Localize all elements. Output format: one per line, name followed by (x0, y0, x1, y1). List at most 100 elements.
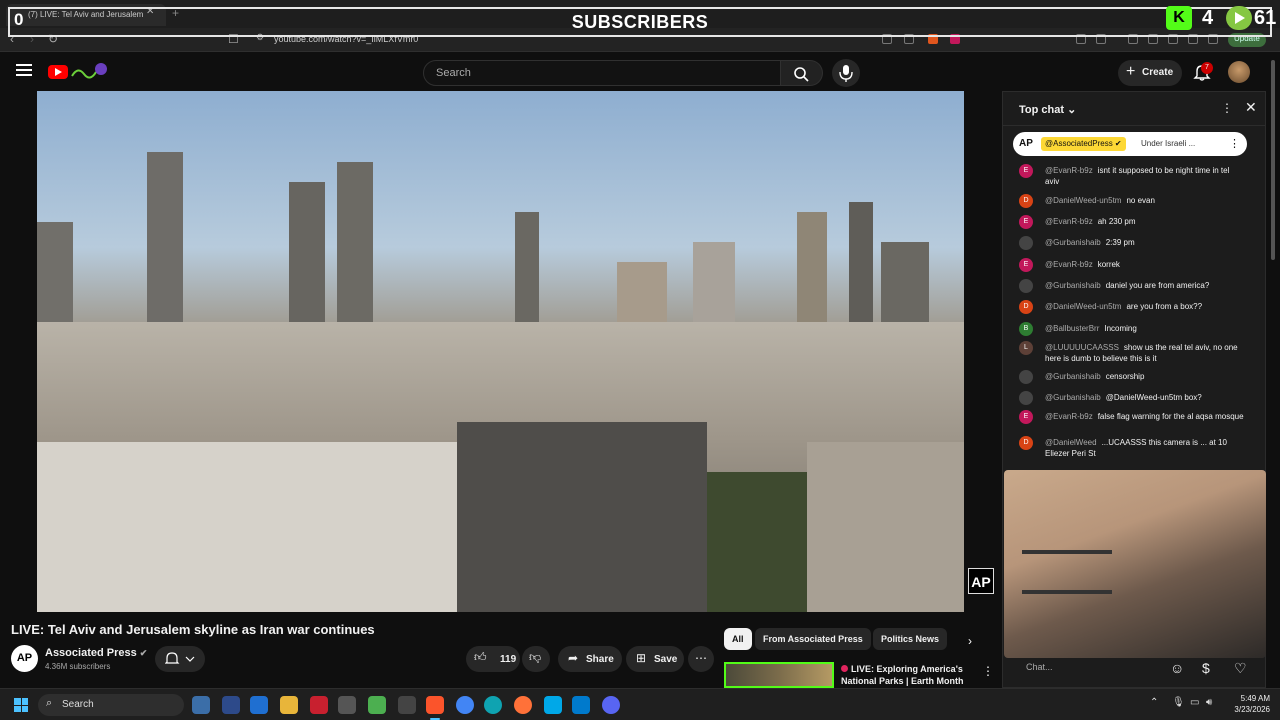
share-label: Share (586, 654, 614, 665)
pinned-message[interactable]: AP @AssociatedPress ✔ Under Israeli ... … (1013, 132, 1247, 156)
subscribed-notifications-button[interactable] (155, 646, 205, 672)
vscode-icon[interactable] (572, 696, 590, 714)
channel-name[interactable]: Associated Press ✔ (45, 647, 147, 659)
hamburger-menu-icon[interactable] (16, 64, 32, 76)
chat-author-avatar[interactable] (1019, 370, 1033, 384)
chat-author-name[interactable]: @LUUUUUCAASSS (1045, 343, 1119, 352)
video-frame-building (807, 442, 964, 612)
volume-icon[interactable]: 🔊︎ (1206, 697, 1212, 708)
chat-author-name[interactable]: @DanielWeed (1045, 438, 1097, 447)
chat-author-avatar[interactable]: E (1019, 164, 1033, 178)
youtube-logo-icon[interactable] (48, 65, 68, 79)
taskbar-app-icon[interactable] (398, 696, 416, 714)
file-explorer-icon[interactable] (280, 696, 298, 714)
chat-author-avatar[interactable]: D (1019, 300, 1033, 314)
overlay-title: SUBSCRIBERS (571, 12, 709, 32)
channel-avatar[interactable]: AP (11, 645, 38, 672)
super-chat-icon[interactable]: $ (1202, 660, 1210, 676)
like-button[interactable]: 👍︎ 119 (466, 646, 520, 672)
share-button[interactable]: ➦ Share (558, 646, 622, 672)
kick-subscriber-count: 4 (1202, 7, 1214, 29)
live-icon (841, 665, 848, 672)
edge-icon[interactable] (484, 696, 502, 714)
heart-icon[interactable]: ♡ (1234, 660, 1247, 677)
emoji-icon[interactable]: ☺ (1170, 660, 1184, 676)
chat-mode-dropdown[interactable]: Top chat ⌄ (1019, 103, 1076, 116)
chat-message-body: @Gurbanishaib daniel you are from america… (1045, 280, 1245, 291)
brave-browser-icon[interactable] (426, 696, 444, 714)
taskbar-app-icon[interactable] (544, 696, 562, 714)
chips-next-icon[interactable]: › (968, 634, 972, 648)
firefox-icon[interactable] (514, 696, 532, 714)
taskbar-app-icon[interactable] (338, 696, 356, 714)
chat-close-icon[interactable]: ✕ (1245, 99, 1257, 116)
recommended-thumbnail[interactable] (724, 662, 834, 688)
chat-author-avatar[interactable]: E (1019, 215, 1033, 229)
chat-message-body: @BallbusterBrr Incoming (1045, 323, 1245, 334)
discord-icon[interactable] (602, 696, 620, 714)
video-frame-trees (707, 472, 807, 612)
user-avatar[interactable] (1228, 61, 1250, 83)
create-button[interactable]: + Create (1118, 60, 1182, 86)
save-button[interactable]: ⊞ Save (626, 646, 684, 672)
system-clock[interactable]: 5:49 AM 3/23/2026 (1224, 693, 1270, 715)
chat-author-name[interactable]: @DanielWeed-un5tm (1045, 302, 1121, 311)
chat-author-avatar[interactable]: L (1019, 341, 1033, 355)
chat-author-avatar[interactable]: E (1019, 410, 1033, 424)
more-actions-icon[interactable]: ⋯ (688, 646, 714, 672)
chat-menu-icon[interactable]: ⋮ (1221, 101, 1233, 115)
search-button[interactable] (781, 60, 823, 86)
chat-author-avatar[interactable]: D (1019, 194, 1033, 208)
chat-message-body: @EvanR-b9z isnt it supposed to be night t… (1045, 165, 1245, 187)
webcam-shelf (1022, 590, 1112, 594)
dislike-button[interactable]: 👎︎ (522, 646, 550, 672)
network-icon[interactable]: ▭ (1190, 697, 1199, 708)
recommended-more-icon[interactable]: ⋮ (982, 664, 994, 678)
taskbar-app-icon[interactable] (368, 696, 386, 714)
share-icon: ➦ (568, 651, 579, 665)
chat-author-name[interactable]: @Gurbanishaib (1045, 393, 1101, 402)
taskbar-search[interactable]: ⌕ Search (38, 694, 184, 716)
chat-message-body: @Gurbanishaib 2:39 pm (1045, 237, 1245, 248)
chat-author-avatar[interactable]: D (1019, 436, 1033, 450)
taskbar-app-icon[interactable] (222, 696, 240, 714)
voice-search-button[interactable] (832, 59, 860, 87)
windows-start-icon[interactable] (14, 698, 28, 712)
overlay-left-count: 0 (14, 10, 24, 29)
windows-taskbar: ⌕ Search ⌃ 🎙︎ ▭ 🔊︎ 5:49 AM 3/23/2026 (0, 688, 1280, 720)
chat-author-name[interactable]: @DanielWeed-un5tm (1045, 196, 1121, 205)
taskbar-app-icon[interactable] (250, 696, 268, 714)
taskbar-app-icon[interactable] (192, 696, 210, 714)
chat-author-name[interactable]: @Gurbanishaib (1045, 238, 1101, 247)
search-input[interactable]: Search (423, 60, 781, 86)
chat-author-name[interactable]: @EvanR-b9z (1045, 217, 1093, 226)
chat-author-avatar[interactable] (1019, 236, 1033, 250)
chat-author-avatar[interactable]: B (1019, 322, 1033, 336)
tray-chevron-icon[interactable]: ⌃ (1150, 697, 1158, 708)
chip-politics-news[interactable]: Politics News (873, 628, 948, 650)
chat-author-name[interactable]: @BallbusterBrr (1045, 324, 1099, 333)
chat-author-name[interactable]: @Gurbanishaib (1045, 372, 1101, 381)
chat-message-body: @DanielWeed ...UCAASSS this camera is ...… (1045, 437, 1245, 459)
video-player[interactable] (37, 91, 964, 612)
chat-author-avatar[interactable] (1019, 391, 1033, 405)
doodle-logo-icon[interactable] (70, 62, 108, 82)
scrollbar-thumb[interactable] (1271, 60, 1275, 260)
microphone-tray-icon[interactable]: 🎙︎ (1172, 697, 1185, 708)
chat-author-name[interactable]: @EvanR-b9z (1045, 166, 1093, 175)
like-count: 119 (500, 654, 517, 665)
chat-input[interactable]: Chat... (1016, 656, 1166, 678)
pinned-text: Under Israeli ... (1141, 139, 1196, 148)
chat-author-avatar[interactable] (1019, 279, 1033, 293)
chat-author-name[interactable]: @Gurbanishaib (1045, 281, 1101, 290)
chat-author-avatar[interactable]: E (1019, 258, 1033, 272)
chat-author-name[interactable]: @EvanR-b9z (1045, 260, 1093, 269)
pinned-menu-icon[interactable]: ⋮ (1229, 137, 1240, 150)
chat-author-name[interactable]: @EvanR-b9z (1045, 412, 1093, 421)
taskbar-app-icon[interactable] (310, 696, 328, 714)
chip-from-associated-press[interactable]: From Associated Press (755, 628, 871, 650)
chip-all[interactable]: All (724, 628, 752, 650)
chrome-icon[interactable] (456, 696, 474, 714)
pinned-author-badge: @AssociatedPress ✔ (1041, 137, 1126, 151)
clock-time: 5:49 AM (1240, 694, 1270, 703)
